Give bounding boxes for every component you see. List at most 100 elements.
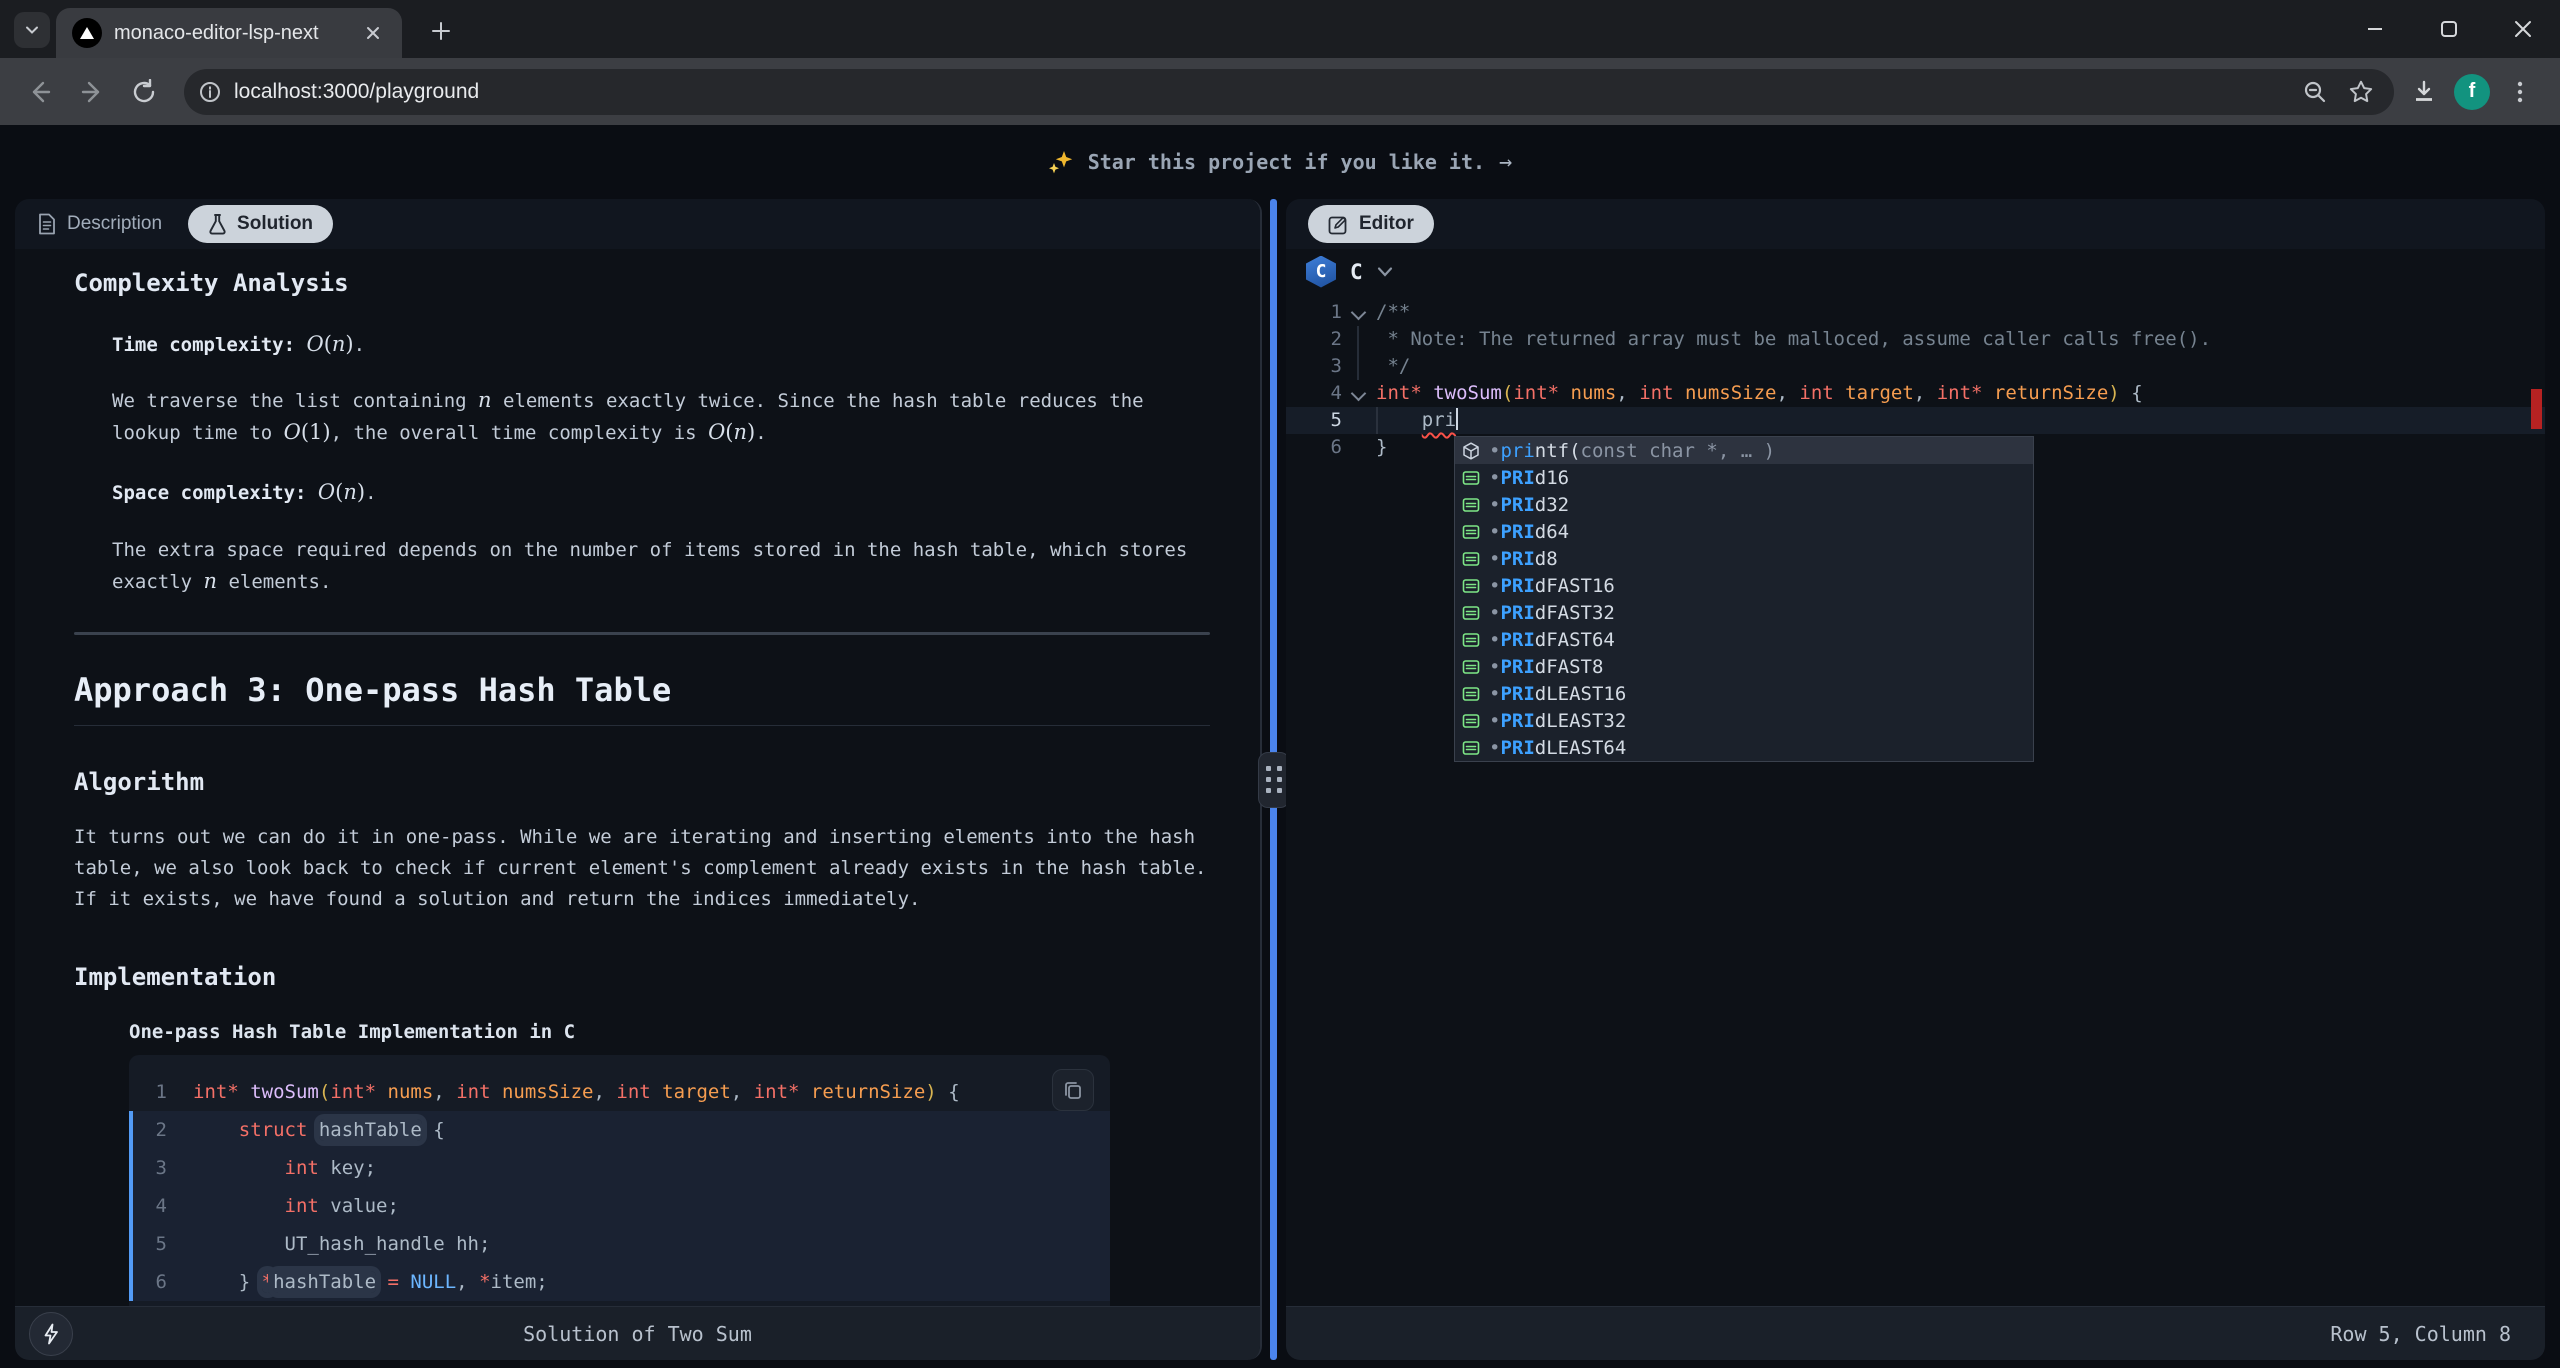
- zoom-out-icon[interactable]: [2302, 79, 2328, 105]
- symbol-constant-icon: [1461, 657, 1481, 677]
- line-number: 1: [133, 1073, 193, 1111]
- copy-icon: [1063, 1080, 1083, 1100]
- fold-gutter: [1342, 326, 1376, 353]
- overview-ruler: [2529, 294, 2545, 1360]
- code-line: 5 UT_hash_handle hh;: [129, 1225, 1110, 1263]
- window-close-button[interactable]: [2486, 0, 2560, 58]
- plus-icon: [431, 21, 451, 41]
- line-number: 1: [1286, 299, 1342, 326]
- completion-item[interactable]: •PRIdFAST64: [1455, 626, 2033, 653]
- downloads-button[interactable]: [2402, 70, 2446, 114]
- language-chevron-icon[interactable]: [1377, 266, 1393, 278]
- browser-tab[interactable]: monaco-editor-lsp-next: [56, 8, 402, 58]
- reload-button[interactable]: [122, 70, 166, 114]
- monaco-editor[interactable]: 1/**2 * Note: The returned array must be…: [1286, 294, 2545, 1360]
- code-line: 1/**: [1286, 299, 2545, 326]
- completion-item[interactable]: •PRIdLEAST32: [1455, 707, 2033, 734]
- split-panels: Description Solution Complexity Analysis…: [0, 199, 2560, 1360]
- editor-panel: Editor C C 1/**2 * Note: The returned ar…: [1286, 199, 2545, 1360]
- completion-item[interactable]: •PRIdLEAST64: [1455, 734, 2033, 761]
- solution-panel: Description Solution Complexity Analysis…: [15, 199, 1262, 1360]
- line-number: 5: [133, 1225, 193, 1263]
- code-line: 1int* twoSum(int* nums, int numsSize, in…: [129, 1073, 1110, 1111]
- fold-chevron-icon[interactable]: [1342, 380, 1376, 407]
- completion-label: •PRIdFAST32: [1489, 602, 1615, 624]
- completion-item[interactable]: •printf(const char *, … ): [1455, 437, 2033, 464]
- completion-label: •PRId16: [1489, 467, 1569, 489]
- copy-code-button[interactable]: [1052, 1069, 1094, 1111]
- window-maximize-button[interactable]: [2412, 0, 2486, 58]
- document-icon: [37, 213, 57, 235]
- completion-label: •PRId32: [1489, 494, 1569, 516]
- sparkles-icon: [1048, 149, 1074, 175]
- panel-resizer[interactable]: [1262, 199, 1286, 1360]
- completion-label: •PRIdFAST64: [1489, 629, 1615, 651]
- tab-strip: monaco-editor-lsp-next: [0, 0, 2560, 58]
- new-tab-button[interactable]: [424, 14, 458, 48]
- code-line: 4int* twoSum(int* nums, int numsSize, in…: [1286, 380, 2545, 407]
- algorithm-heading: Algorithm: [74, 768, 1210, 796]
- completion-label: •PRId64: [1489, 521, 1569, 543]
- completion-item[interactable]: •PRId8: [1455, 545, 2033, 572]
- back-button[interactable]: [18, 70, 62, 114]
- fold-gutter: [1342, 407, 1376, 434]
- url-bar[interactable]: localhost:3000/playground: [184, 69, 2394, 115]
- lightning-icon: [41, 1323, 61, 1345]
- symbol-constant-icon: [1461, 711, 1481, 731]
- code-line: 3 */: [1286, 353, 2545, 380]
- editor-panel-header: Editor: [1286, 199, 2545, 249]
- tab-editor[interactable]: Editor: [1308, 205, 1434, 243]
- space-complexity-line: Space complexity: O(n).: [112, 477, 1210, 509]
- tab-description-label: Description: [67, 213, 162, 235]
- site-info-icon[interactable]: [198, 80, 222, 104]
- solution-content: Complexity Analysis Time complexity: O(n…: [15, 249, 1260, 1360]
- completion-label: •PRId8: [1489, 548, 1558, 570]
- fold-chevron-icon[interactable]: [1342, 299, 1376, 326]
- tab-solution[interactable]: Solution: [188, 205, 333, 243]
- banner-text: Star this project if you like it.: [1088, 150, 1485, 174]
- completion-item[interactable]: •PRIdFAST8: [1455, 653, 2033, 680]
- completion-item[interactable]: •PRId64: [1455, 518, 2033, 545]
- bolt-button[interactable]: [29, 1312, 73, 1356]
- left-panel-tabs: Description Solution: [15, 199, 1260, 249]
- url-text[interactable]: localhost:3000/playground: [234, 80, 2290, 104]
- completion-label: •PRIdFAST16: [1489, 575, 1615, 597]
- kebab-menu-icon: [2516, 79, 2524, 105]
- language-bar: C C: [1286, 249, 2545, 294]
- bookmark-star-icon[interactable]: [2348, 79, 2374, 105]
- chevron-down-icon: [24, 22, 40, 38]
- vercel-favicon: [72, 18, 102, 48]
- browser-menu-button[interactable]: [2498, 70, 2542, 114]
- symbol-constant-icon: [1461, 522, 1481, 542]
- c-language-icon: C: [1306, 256, 1336, 288]
- completion-label: •PRIdFAST8: [1489, 656, 1603, 678]
- completion-label: •PRIdLEAST32: [1489, 710, 1626, 732]
- code-line: 6 } *hashTable = NULL, *item;: [129, 1263, 1110, 1301]
- complexity-heading: Complexity Analysis: [74, 269, 1210, 297]
- fold-gutter: [1342, 353, 1376, 380]
- forward-button[interactable]: [70, 70, 114, 114]
- line-number: 3: [1286, 353, 1342, 380]
- line-number: 3: [133, 1149, 193, 1187]
- window-minimize-button[interactable]: [2338, 0, 2412, 58]
- symbol-constant-icon: [1461, 684, 1481, 704]
- forward-arrow-icon: [79, 79, 105, 105]
- tab-close-icon[interactable]: [360, 20, 386, 46]
- code-line: 2 struct hashTable {: [129, 1111, 1110, 1149]
- line-number: 6: [1286, 434, 1342, 461]
- edit-pencil-icon: [1328, 214, 1349, 235]
- tab-description[interactable]: Description: [37, 213, 162, 235]
- symbol-constant-icon: [1461, 738, 1481, 758]
- completion-label: •printf(const char *, … ): [1489, 440, 1775, 462]
- tab-search-button[interactable]: [14, 12, 50, 48]
- url-actions: [2302, 79, 2382, 105]
- completion-item[interactable]: •PRId32: [1455, 491, 2033, 518]
- profile-avatar[interactable]: f: [2454, 74, 2490, 110]
- completion-item[interactable]: •PRId16: [1455, 464, 2033, 491]
- tab-solution-label: Solution: [237, 213, 313, 235]
- completion-item[interactable]: •PRIdFAST16: [1455, 572, 2033, 599]
- star-project-banner[interactable]: Star this project if you like it. →: [0, 125, 2560, 199]
- autocomplete-popup: •printf(const char *, … ) •PRId16 •PRId32 •…: [1454, 436, 2034, 762]
- completion-item[interactable]: •PRIdFAST32: [1455, 599, 2033, 626]
- completion-item[interactable]: •PRIdLEAST16: [1455, 680, 2033, 707]
